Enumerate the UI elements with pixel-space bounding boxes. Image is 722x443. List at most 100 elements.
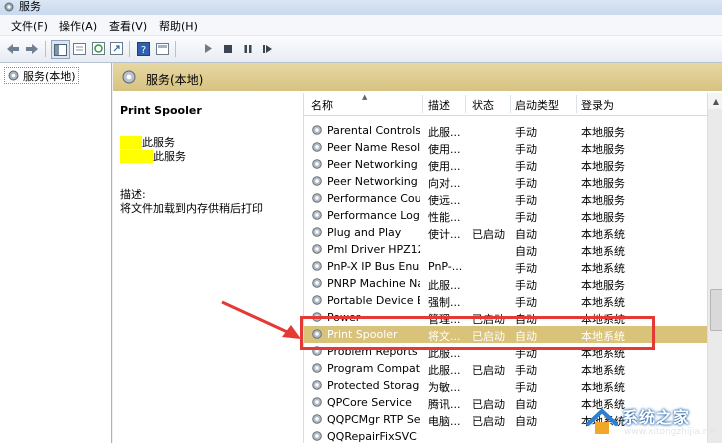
table-row[interactable]: Peer Networking I... 向对... 手动 本地服务: [304, 173, 707, 190]
column-header-log-on-as[interactable]: 登录为: [581, 97, 614, 113]
tree-item-services-local[interactable]: 服务(本地): [4, 67, 79, 84]
restart-icon[interactable]: [259, 40, 276, 57]
service-startup-type: 手动: [515, 194, 537, 207]
service-log-on-as: 本地服务: [581, 194, 625, 207]
export-icon[interactable]: [108, 40, 125, 57]
service-log-on-as: 本地系统: [581, 228, 625, 241]
table-row[interactable]: Performance Cou... 使远... 手动 本地服务: [304, 190, 707, 207]
services-gear-icon: [122, 70, 136, 84]
service-description: 使远...: [428, 194, 461, 207]
menu-bar: 文件(F) 操作(A) 查看(V) 帮助(H): [0, 15, 722, 36]
service-log-on-as: 本地系统: [581, 381, 625, 394]
service-gear-icon: [312, 210, 322, 220]
service-name: Portable Device E...: [327, 294, 420, 307]
service-gear-icon: [312, 278, 322, 288]
help-icon[interactable]: ?: [135, 40, 152, 57]
title-bar: 服务: [0, 0, 722, 15]
service-status: 已启动: [472, 364, 505, 377]
table-row[interactable]: Parental Controls 此服... 手动 本地服务: [304, 122, 707, 139]
service-description: 电脑...: [428, 415, 461, 428]
pause-icon[interactable]: [239, 40, 256, 57]
service-log-on-as: 本地系统: [581, 262, 625, 275]
toolbar-separator: [129, 41, 130, 57]
table-row[interactable]: Portable Device E... 强制... 手动 本地系统: [304, 292, 707, 309]
service-name: Performance Cou...: [327, 192, 420, 205]
service-description: 为敏...: [428, 381, 461, 394]
service-log-on-as: 本地服务: [581, 211, 625, 224]
column-header-description[interactable]: 描述: [428, 97, 450, 113]
service-gear-icon: [312, 125, 322, 135]
scrollbar-thumb[interactable]: [710, 289, 722, 331]
service-gear-icon: [312, 380, 322, 390]
table-row[interactable]: PnP-X IP Bus Enu... PnP-... 手动 本地系统: [304, 258, 707, 275]
service-description: 性能...: [428, 211, 461, 224]
watermark-text: 系统之家: [622, 408, 691, 427]
table-row[interactable]: Program Compati... 此服... 已启动手动 本地系统: [304, 360, 707, 377]
service-name: Peer Networking ...: [327, 158, 420, 171]
table-row[interactable]: Pml Driver HPZ12 自动 本地系统: [304, 241, 707, 258]
table-row[interactable]: Peer Name Resolu... 使用... 手动 本地服务: [304, 139, 707, 156]
service-startup-type: 自动: [515, 415, 537, 428]
service-description: 腾讯...: [428, 398, 461, 411]
table-row[interactable]: Performance Logs... 性能... 手动 本地服务: [304, 207, 707, 224]
column-header-name[interactable]: 名称: [311, 97, 333, 113]
service-gear-icon: [312, 414, 322, 424]
column-divider[interactable]: [576, 95, 577, 113]
service-description: 强制...: [428, 296, 461, 309]
menu-view[interactable]: 查看(V): [109, 18, 147, 34]
table-row[interactable]: PNRP Machine Na... 此服... 手动 本地服务: [304, 275, 707, 292]
play-icon[interactable]: [199, 40, 216, 57]
restart-service-link[interactable]: 重启动: [120, 150, 153, 163]
view-icon[interactable]: [154, 40, 171, 57]
svg-text:?: ?: [141, 45, 146, 56]
menu-file[interactable]: 文件(F): [11, 18, 48, 34]
column-divider[interactable]: [422, 95, 423, 113]
menu-help[interactable]: 帮助(H): [159, 18, 198, 34]
service-status: 已启动: [472, 415, 505, 428]
column-header-startup-type[interactable]: 启动类型: [515, 97, 559, 113]
stop-icon[interactable]: [219, 40, 236, 57]
table-row[interactable]: Peer Networking ... 使用... 手动 本地服务: [304, 156, 707, 173]
watermark: 系统之家 www.xitongzhijia.net: [582, 400, 722, 443]
service-startup-type: 手动: [515, 177, 537, 190]
forward-icon[interactable]: [23, 40, 40, 57]
service-description: 此服...: [428, 126, 461, 139]
service-gear-icon: [312, 397, 322, 407]
service-name: Peer Name Resolu...: [327, 141, 420, 154]
service-name: Program Compati...: [327, 362, 420, 375]
main-header: 服务(本地): [113, 63, 722, 91]
service-name: PNRP Machine Na...: [327, 277, 420, 290]
service-status: 已启动: [472, 228, 505, 241]
table-row[interactable]: Protected Storage 为敏... 手动 本地系统: [304, 377, 707, 394]
service-log-on-as: 本地系统: [581, 364, 625, 377]
refresh-icon[interactable]: [90, 40, 107, 57]
column-header-status[interactable]: 状态: [472, 97, 494, 113]
service-startup-type: 手动: [515, 279, 537, 292]
column-divider[interactable]: [465, 95, 466, 113]
service-description: 使计...: [428, 228, 461, 241]
console-tree-icon[interactable]: [51, 40, 70, 59]
service-description: PnP-...: [428, 260, 463, 273]
scroll-up-icon[interactable]: ▲: [708, 93, 722, 109]
service-gear-icon: [312, 431, 322, 441]
back-icon[interactable]: [4, 40, 21, 57]
column-divider[interactable]: [510, 95, 511, 113]
service-name: Pml Driver HPZ12: [327, 243, 420, 256]
selected-service-name: Print Spooler: [120, 104, 202, 117]
console-tree: 服务(本地): [0, 63, 112, 443]
table-row[interactable]: Plug and Play 使计... 已启动 自动 本地系统: [304, 224, 707, 241]
vertical-scrollbar[interactable]: ▲: [707, 93, 722, 443]
service-name: Plug and Play: [327, 226, 402, 239]
service-log-on-as: 本地系统: [581, 245, 625, 258]
services-gear-icon: [4, 2, 14, 12]
menu-action[interactable]: 操作(A): [59, 18, 97, 34]
service-description: 使用...: [428, 143, 461, 156]
service-gear-icon: [312, 244, 322, 254]
service-name: QQRepairFixSVC: [327, 430, 417, 443]
service-gear-icon: [312, 363, 322, 373]
properties-icon[interactable]: [71, 40, 88, 57]
service-detail-pane: Print Spooler 停止此服务 重启动此服务 描述: 将文件加载到内存供…: [113, 91, 298, 443]
services-list: ▲ 名称 描述 状态 启动类型 登录为 Parental Controls 此服.…: [303, 93, 722, 443]
service-name: QQPCMgr RTP Se...: [327, 413, 420, 426]
service-startup-type: 自动: [515, 245, 537, 258]
